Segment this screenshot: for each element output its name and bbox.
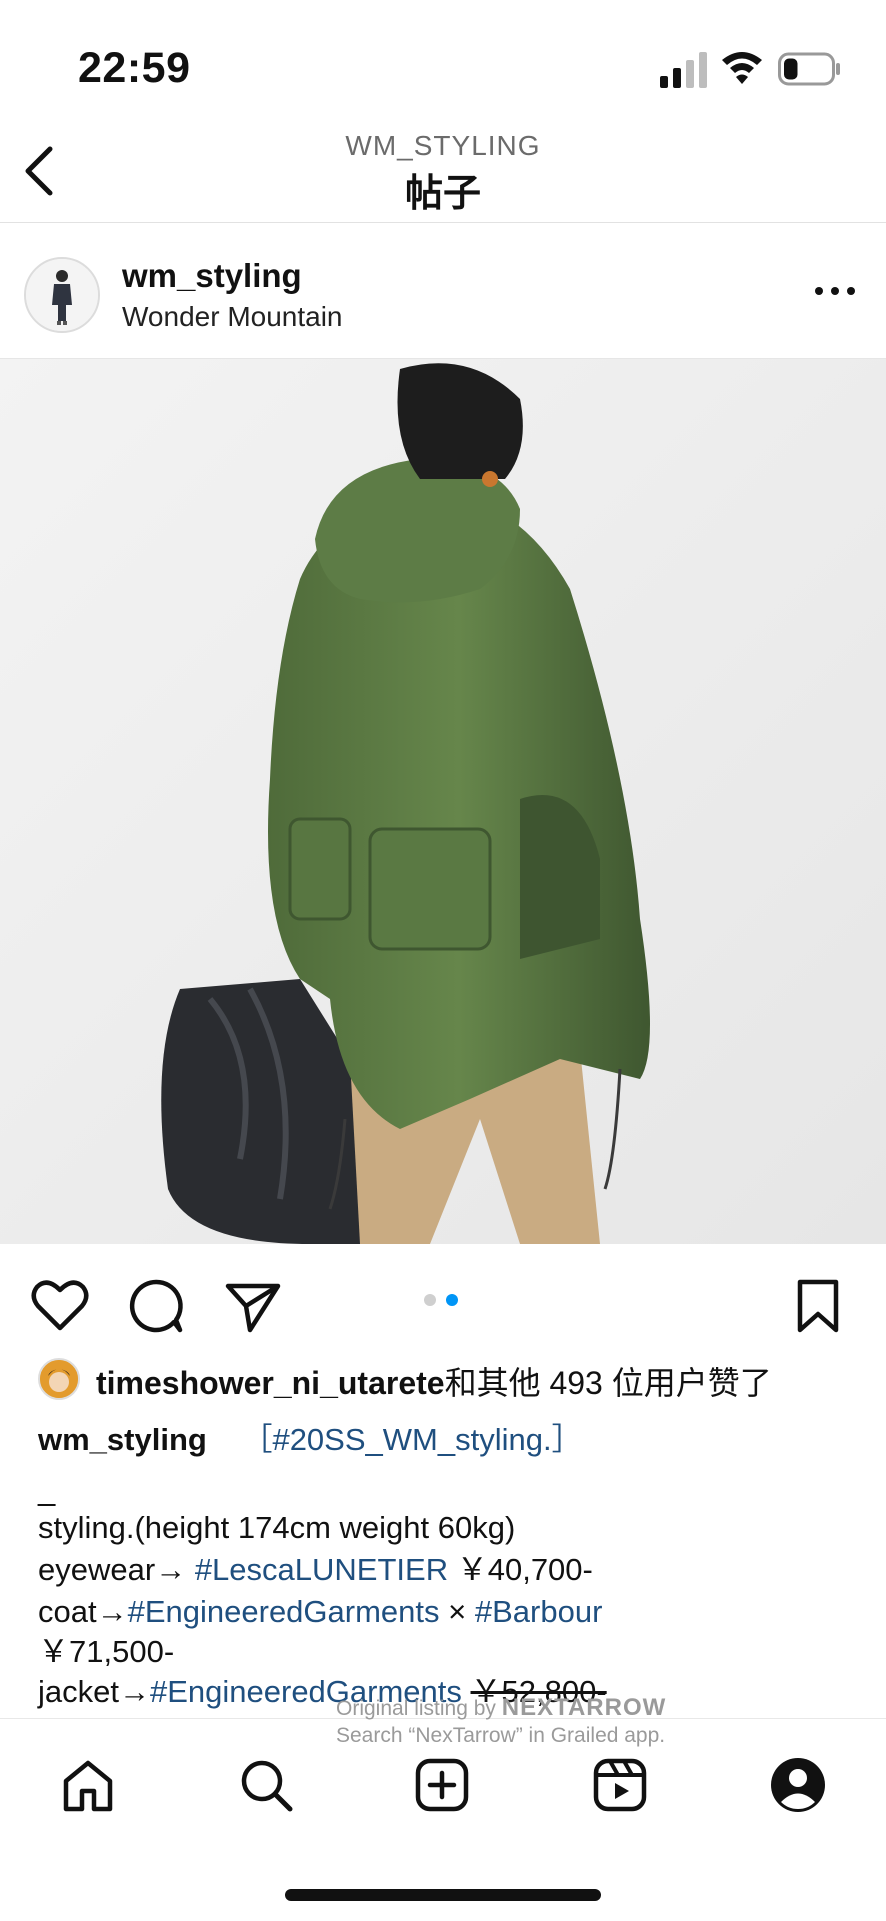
liked-by-avatar[interactable]: [38, 1358, 80, 1400]
nav-subtitle: WM_STYLING: [345, 130, 541, 161]
carousel-indicator-icon: [424, 1294, 458, 1306]
liked-by-text: timeshower_ni_utarete和其他 493 位用户赞了: [96, 1358, 772, 1404]
post-actions-row: [0, 1244, 886, 1354]
coat-hashtag-2[interactable]: #Barbour: [475, 1594, 603, 1629]
coat-price: ￥71,500-: [38, 1634, 175, 1669]
like-heart-icon[interactable]: [30, 1276, 90, 1336]
jacket-label: jacket→: [38, 1674, 150, 1709]
caption-dash: _: [38, 1472, 56, 1507]
watermark: Original listing by NEXTARROW Search “Ne…: [336, 1694, 736, 1752]
profile-icon[interactable]: [768, 1755, 828, 1815]
eyewear-label: eyewear→: [38, 1552, 187, 1587]
caption-hashtag[interactable]: #20SS_WM_styling.: [272, 1422, 551, 1457]
liked-by-count-text: 和其他 493 位用户赞了: [444, 1365, 772, 1401]
carousel-dots: [422, 1292, 466, 1308]
post-header: wm_styling Wonder Mountain: [0, 223, 886, 359]
caption-username[interactable]: wm_styling: [38, 1422, 207, 1457]
caption-styling-line: styling.(height 174cm weight 60kg): [38, 1510, 516, 1545]
top-navigation-bar: WM_STYLING 帖子: [0, 120, 886, 223]
coat-times: ×: [448, 1594, 467, 1629]
search-icon[interactable]: [236, 1755, 296, 1815]
home-indicator: [285, 1889, 601, 1901]
post-location[interactable]: Wonder Mountain: [122, 301, 343, 333]
post-photo[interactable]: [0, 359, 886, 1244]
cellular-signal-icon: [660, 52, 707, 88]
home-icon[interactable]: [58, 1755, 118, 1815]
eyewear-price: ￥40,700-: [456, 1552, 593, 1587]
watermark-line-1: Original listing by NEXTARROW: [336, 1694, 736, 1722]
carousel-dot: [424, 1294, 436, 1306]
bookmark-icon[interactable]: [788, 1276, 848, 1336]
share-send-icon[interactable]: [222, 1276, 282, 1336]
nav-title: 帖子: [404, 173, 481, 215]
coat-label: coat→: [38, 1594, 128, 1629]
reels-icon[interactable]: [590, 1755, 650, 1815]
caption-bracket-open: ［: [241, 1422, 273, 1457]
carousel-dot: [446, 1294, 458, 1306]
avatar-face-icon: [40, 1360, 78, 1398]
more-options-icon[interactable]: [812, 283, 858, 299]
caption-line-1: wm_styling ［#20SS_WM_styling.］: [38, 1420, 858, 1460]
watermark-prefix: Original listing by: [336, 1697, 496, 1720]
status-time: 22:59: [78, 44, 191, 92]
battery-icon: [778, 52, 840, 86]
caption-bracket-close: ］: [551, 1422, 583, 1457]
watermark-brand: NEXTARROW: [501, 1694, 667, 1721]
status-bar: 22:59: [0, 0, 886, 120]
avatar-figure-icon: [26, 259, 98, 331]
coat-hashtag-1[interactable]: #EngineeredGarments: [128, 1594, 440, 1629]
wifi-icon: [722, 52, 762, 84]
caption-coat-line: coat→#EngineeredGarments × #Barbour: [38, 1592, 858, 1632]
liked-by-row[interactable]: timeshower_ni_utarete和其他 493 位用户赞了: [38, 1352, 858, 1408]
watermark-line-2: Search “NexTarrow” in Grailed app.: [336, 1724, 666, 1747]
comment-bubble-icon[interactable]: [126, 1276, 186, 1336]
eyewear-hashtag[interactable]: #LescaLUNETIER: [195, 1552, 448, 1587]
photo-illustration: [0, 359, 886, 1244]
liked-by-username[interactable]: timeshower_ni_utarete: [96, 1365, 445, 1401]
caption-eyewear-line: eyewear→ #LescaLUNETIER ￥40,700-: [38, 1550, 858, 1590]
post-username[interactable]: wm_styling: [122, 257, 302, 295]
new-post-icon[interactable]: [412, 1755, 472, 1815]
user-avatar[interactable]: [24, 257, 100, 333]
